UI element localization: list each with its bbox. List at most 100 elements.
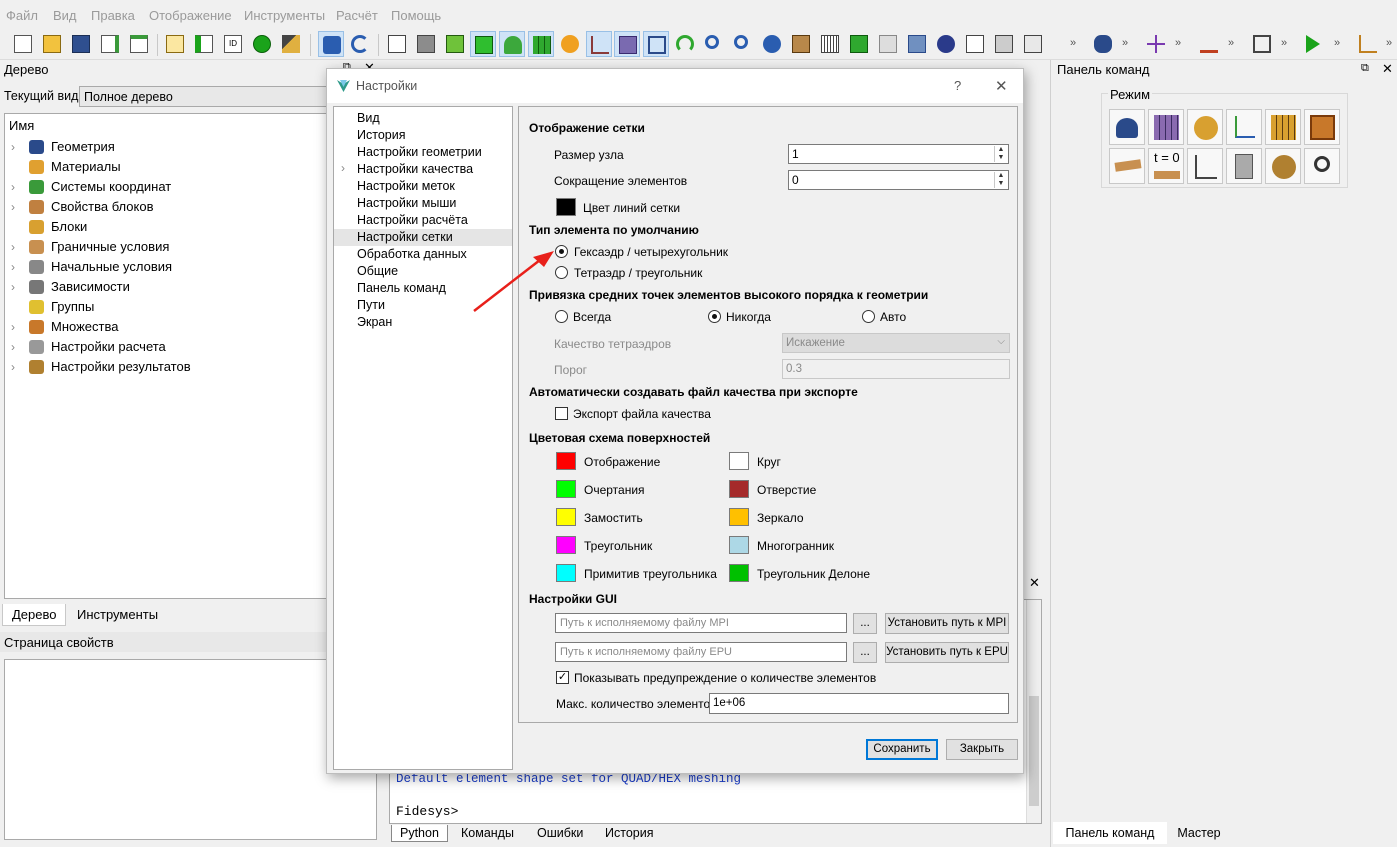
spin-arrows-icon[interactable]: ▲ ▼ bbox=[994, 172, 1007, 188]
results-mode-icon[interactable] bbox=[1265, 148, 1301, 184]
tree-item[interactable]: › Настройки расчета bbox=[5, 337, 376, 357]
expand-chevron-icon[interactable]: › bbox=[11, 317, 15, 337]
settings-nav-item[interactable]: Настройки качества bbox=[334, 161, 512, 178]
spin-arrows-icon[interactable]: ▲ ▼ bbox=[994, 146, 1007, 162]
toolbar-overflow-icon[interactable]: » bbox=[1122, 37, 1128, 49]
rotate-icon[interactable] bbox=[759, 31, 785, 57]
save-icon[interactable] bbox=[68, 31, 94, 57]
float-icon[interactable]: ⧉ bbox=[1361, 62, 1369, 75]
mpi-path-input[interactable]: Путь к исполняемому файлу MPI bbox=[555, 613, 847, 633]
node-size-spinbox[interactable]: 1 ▲ ▼ bbox=[788, 144, 1009, 164]
console-close-icon[interactable]: ✕ bbox=[1029, 575, 1040, 591]
help-button[interactable]: ? bbox=[954, 78, 961, 93]
max-elements-input[interactable]: 1e+06 bbox=[709, 693, 1009, 714]
paint-icon[interactable] bbox=[904, 31, 930, 57]
expand-chevron-icon[interactable]: › bbox=[11, 237, 15, 257]
expand-chevron-icon[interactable]: › bbox=[11, 137, 15, 157]
color-swatch[interactable] bbox=[729, 480, 749, 498]
set-mpi-button[interactable]: Установить путь к MPI bbox=[885, 613, 1009, 634]
tree-item[interactable]: › Свойства блоков bbox=[5, 197, 376, 217]
expand-chevron-icon[interactable]: › bbox=[11, 277, 15, 297]
shrink-spinbox[interactable]: 0 ▲ ▼ bbox=[788, 170, 1009, 190]
tab-python[interactable]: Python bbox=[391, 825, 448, 842]
gray-cube-icon[interactable] bbox=[413, 31, 439, 57]
epu-path-input[interactable]: Путь к исполняемому файлу EPU bbox=[555, 642, 847, 662]
tree-item[interactable]: › Множества bbox=[5, 317, 376, 337]
materials-mode-icon[interactable] bbox=[1187, 109, 1223, 145]
transparent-cube-icon[interactable] bbox=[875, 31, 901, 57]
mpi-browse-button[interactable]: ... bbox=[853, 613, 877, 634]
checker-icon[interactable] bbox=[962, 31, 988, 57]
settings-nav-item[interactable]: Настройки сетки bbox=[334, 229, 512, 246]
shaded-cube-icon[interactable] bbox=[442, 31, 468, 57]
person-icon[interactable] bbox=[557, 31, 583, 57]
coordinate-mode-icon[interactable] bbox=[1226, 109, 1262, 145]
select-box-icon[interactable] bbox=[1249, 31, 1275, 57]
pause-icon[interactable] bbox=[249, 31, 275, 57]
color-swatch[interactable] bbox=[556, 480, 576, 498]
tet-quality-select[interactable]: Искажение ⌵ bbox=[782, 333, 1010, 353]
color-swatch[interactable] bbox=[729, 508, 749, 526]
close-button[interactable]: Закрыть bbox=[946, 739, 1018, 760]
tree-item[interactable]: › Начальные условия bbox=[5, 257, 376, 277]
expand-chevron-icon[interactable]: › bbox=[11, 177, 15, 197]
menu-file[interactable]: Файл bbox=[6, 8, 38, 23]
blocks-mode-icon[interactable] bbox=[1265, 109, 1301, 145]
gears-icon[interactable] bbox=[1090, 31, 1116, 57]
purple-cube-icon[interactable] bbox=[614, 31, 640, 57]
toolbar-overflow-icon[interactable]: » bbox=[1386, 37, 1392, 49]
geometry-mode-icon[interactable] bbox=[1109, 109, 1145, 145]
settings-nav-item[interactable]: История bbox=[334, 127, 512, 144]
sets-mode-icon[interactable] bbox=[1304, 109, 1340, 145]
tab-commands[interactable]: Команды bbox=[453, 825, 522, 842]
color-swatch[interactable] bbox=[729, 564, 749, 582]
undo-icon[interactable] bbox=[347, 31, 373, 57]
id-icon[interactable]: ID bbox=[220, 31, 246, 57]
boundary-mode-icon[interactable] bbox=[1109, 148, 1145, 184]
menu-calc[interactable]: Расчёт bbox=[336, 8, 378, 23]
tab-master[interactable]: Мастер bbox=[1169, 822, 1229, 844]
menu-tools[interactable]: Инструменты bbox=[244, 8, 325, 23]
menu-help[interactable]: Помощь bbox=[391, 8, 441, 23]
color-swatch[interactable] bbox=[556, 452, 576, 470]
wireframe-cube-icon[interactable] bbox=[384, 31, 410, 57]
mesh-cube-icon[interactable] bbox=[528, 31, 554, 57]
color-swatch[interactable] bbox=[556, 564, 576, 582]
tree-item[interactable]: Материалы bbox=[5, 157, 376, 177]
tree-item[interactable]: › Системы координат bbox=[5, 177, 376, 197]
green-box-icon[interactable] bbox=[846, 31, 872, 57]
toolbar-overflow-icon[interactable]: » bbox=[1281, 37, 1287, 49]
mesh-mode-icon[interactable] bbox=[1148, 109, 1184, 145]
tree-item[interactable]: › Геометрия bbox=[5, 137, 376, 157]
color-swatch[interactable] bbox=[556, 536, 576, 554]
color-swatch[interactable] bbox=[729, 452, 749, 470]
tab-tools[interactable]: Инструменты bbox=[68, 604, 167, 626]
script-edit-icon[interactable] bbox=[162, 31, 188, 57]
tab-history[interactable]: История bbox=[597, 825, 661, 842]
expand-chevron-icon[interactable]: › bbox=[11, 197, 15, 217]
ruler-icon[interactable] bbox=[817, 31, 843, 57]
dependencies-mode-icon[interactable] bbox=[1187, 148, 1223, 184]
calc-mode-icon[interactable] bbox=[1226, 148, 1262, 184]
sphere-icon[interactable] bbox=[933, 31, 959, 57]
load-icon[interactable] bbox=[1196, 31, 1222, 57]
crop-icon[interactable] bbox=[991, 31, 1017, 57]
settings-nav-item[interactable]: Настройки геометрии bbox=[334, 144, 512, 161]
settings-nav-item[interactable]: Настройки расчёта bbox=[334, 212, 512, 229]
quality-export-checkbox[interactable] bbox=[555, 407, 568, 420]
inspect-mode-icon[interactable] bbox=[1304, 148, 1340, 184]
toolbar-overflow-icon[interactable]: » bbox=[1070, 37, 1076, 49]
tab-command-panel[interactable]: Панель команд bbox=[1053, 822, 1167, 844]
never-radio[interactable] bbox=[708, 310, 721, 323]
open-folder-icon[interactable] bbox=[39, 31, 65, 57]
frame-icon[interactable] bbox=[1020, 31, 1046, 57]
tab-errors[interactable]: Ошибки bbox=[529, 825, 591, 842]
settings-nav-item[interactable]: Настройки меток bbox=[334, 178, 512, 195]
window-icon[interactable] bbox=[643, 31, 669, 57]
crosshair-icon[interactable] bbox=[1143, 31, 1169, 57]
initial-mode-icon[interactable]: t = 0 bbox=[1148, 148, 1184, 184]
auto-radio[interactable] bbox=[862, 310, 875, 323]
export-icon[interactable] bbox=[126, 31, 152, 57]
menu-edit[interactable]: Правка bbox=[91, 8, 135, 23]
axes-grid-icon[interactable] bbox=[586, 31, 612, 57]
